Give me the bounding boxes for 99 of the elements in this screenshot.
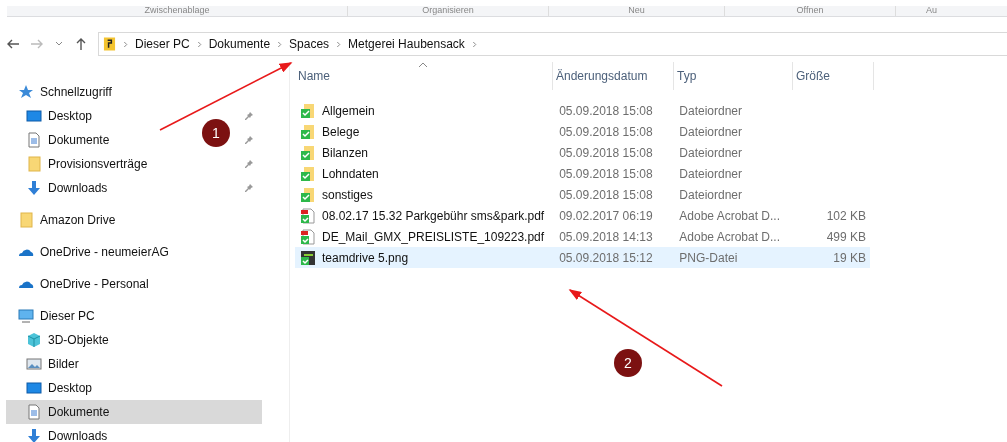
sidebar-item[interactable]: Downloads <box>48 181 108 195</box>
file-size: 102 KB <box>826 208 866 223</box>
forward-arrow-icon[interactable] <box>30 37 44 51</box>
file-type: Dateiordner <box>678 103 743 118</box>
sort-caret-icon <box>418 62 428 68</box>
file-name: Belege <box>322 124 360 139</box>
sidebar-item[interactable]: Provisionsverträge <box>48 157 148 171</box>
modified-date: 05.09.2018 14:13 <box>558 229 654 244</box>
file-type: Adobe Acrobat D... <box>678 229 782 244</box>
download-arrow-icon <box>26 180 42 196</box>
pin-icon[interactable] <box>244 135 254 145</box>
pin-icon[interactable] <box>244 159 254 169</box>
modified-date: 05.09.2018 15:08 <box>558 145 654 160</box>
folder-sync-check-icon <box>300 123 316 140</box>
annotation-number-badge: 1 <box>202 119 230 147</box>
sidebar-item[interactable]: Desktop <box>48 381 93 395</box>
chevron-right-icon[interactable] <box>196 40 202 48</box>
file-row[interactable]: sonstiges 05.09.2018 15:08 Dateiordner <box>295 184 870 205</box>
column-header[interactable]: Typ <box>674 62 793 90</box>
file-row[interactable]: Belege 05.09.2018 15:08 Dateiordner <box>295 121 870 142</box>
chevron-right-icon[interactable] <box>277 40 283 48</box>
document-icon <box>26 404 42 420</box>
folder-sync-check-icon <box>300 144 316 161</box>
ribbon-group-label: Öffnen <box>725 6 896 16</box>
breadcrumb-item[interactable]: Metgerei Haubensack <box>348 37 465 51</box>
chevron-right-icon[interactable] <box>123 40 128 48</box>
image-file-check-icon <box>300 249 316 266</box>
file-row[interactable]: DE_Mail_GMX_PREISLISTE_109223.pdf 05.09.2018 14:13 Adobe Acrobat D... 499 KB <box>295 226 870 247</box>
annotation-number-badge: 2 <box>614 349 642 377</box>
ribbon-group-label: Organisieren <box>348 6 549 16</box>
file-type: Dateiordner <box>678 187 743 202</box>
address-bar[interactable]: Dieser PC Dokumente Spaces Metgerei Haubensack <box>98 32 1007 56</box>
monitor-icon <box>26 108 42 124</box>
pdf-file-check-icon <box>300 207 316 224</box>
star-icon <box>18 84 34 100</box>
file-row[interactable]: Lohndaten 05.09.2018 15:08 Dateiordner <box>295 163 870 184</box>
cube-icon <box>26 332 42 348</box>
picture-icon <box>26 356 42 372</box>
folder-icon <box>103 36 116 52</box>
document-icon <box>26 132 42 148</box>
pdf-file-check-icon <box>300 228 316 245</box>
file-type: Dateiordner <box>678 124 743 139</box>
file-type: Dateiordner <box>678 145 743 160</box>
breadcrumb-item[interactable]: Dieser PC <box>135 37 190 51</box>
breadcrumb-item[interactable]: Dokumente <box>208 37 271 51</box>
sidebar-item[interactable]: Dokumente <box>48 405 110 419</box>
sidebar-item[interactable]: Amazon Drive <box>40 213 116 227</box>
file-name: Allgemein <box>322 103 375 118</box>
ribbon-group-label: Zwischenablage <box>7 6 348 16</box>
folder-sync-check-icon <box>300 186 316 203</box>
file-size: 19 KB <box>833 250 866 265</box>
file-row[interactable]: Bilanzen 05.09.2018 15:08 Dateiordner <box>295 142 870 163</box>
file-row[interactable]: Allgemein 05.09.2018 15:08 Dateiordner <box>295 100 870 121</box>
modified-date: 09.02.2017 06:19 <box>558 208 654 223</box>
back-arrow-icon[interactable] <box>6 37 20 51</box>
sidebar-item[interactable]: Schnellzugriff <box>40 85 112 99</box>
file-name: Bilanzen <box>322 145 369 160</box>
chevron-right-icon[interactable] <box>471 40 477 48</box>
sidebar-item[interactable]: Dieser PC <box>40 309 95 323</box>
pin-icon[interactable] <box>244 111 254 121</box>
folder-icon <box>26 156 42 172</box>
file-name: Lohndaten <box>322 166 379 181</box>
modified-date: 05.09.2018 15:08 <box>558 103 654 118</box>
sidebar-item[interactable]: Bilder <box>48 357 79 371</box>
column-header[interactable]: Änderungsdatum <box>553 62 674 90</box>
ribbon-group-label: Au <box>925 6 937 16</box>
modified-date: 05.09.2018 15:08 <box>558 187 654 202</box>
file-row[interactable]: 08.02.17 15.32 Parkgebühr sms&park.pdf 09.02.2017 06:19 Adobe Acrobat D... 102 KB <box>295 205 870 226</box>
sidebar-item[interactable]: Dokumente <box>48 133 110 147</box>
up-arrow-icon[interactable] <box>74 37 88 51</box>
modified-date: 05.09.2018 15:08 <box>558 124 654 139</box>
file-type: Dateiordner <box>678 166 743 181</box>
sidebar-item[interactable]: Downloads <box>48 429 108 442</box>
chevron-right-icon[interactable] <box>336 40 342 48</box>
modified-date: 05.09.2018 15:08 <box>558 166 654 181</box>
sidebar-item[interactable]: OneDrive - Personal <box>40 277 149 291</box>
ribbon-group-label: Neu <box>549 6 725 16</box>
file-type: Adobe Acrobat D... <box>678 208 782 223</box>
column-header[interactable]: Größe <box>793 62 874 90</box>
sidebar-item[interactable]: 3D-Objekte <box>48 333 109 347</box>
folder-sync-check-icon <box>300 102 316 119</box>
file-type: PNG-Datei <box>678 250 739 265</box>
computer-icon <box>18 308 34 324</box>
download-arrow-icon <box>26 428 42 442</box>
file-row[interactable]: teamdrive 5.png 05.09.2018 15:12 PNG-Datei 19 KB <box>295 247 870 268</box>
file-name: DE_Mail_GMX_PREISLISTE_109223.pdf <box>322 229 545 244</box>
pin-icon[interactable] <box>244 183 254 193</box>
folder-sync-check-icon <box>300 165 316 182</box>
folder-icon <box>18 212 34 228</box>
modified-date: 05.09.2018 15:12 <box>558 250 654 265</box>
file-name: sonstiges <box>322 187 373 202</box>
file-name: teamdrive 5.png <box>322 250 409 265</box>
file-size: 499 KB <box>826 229 866 244</box>
breadcrumb-item[interactable]: Spaces <box>289 37 330 51</box>
file-name: 08.02.17 15.32 Parkgebühr sms&park.pdf <box>322 208 545 223</box>
column-header[interactable]: Name <box>295 62 553 90</box>
sidebar-item[interactable]: OneDrive - neumeierAG <box>40 245 169 259</box>
sidebar-item[interactable]: Desktop <box>48 109 93 123</box>
monitor-icon <box>26 380 42 396</box>
